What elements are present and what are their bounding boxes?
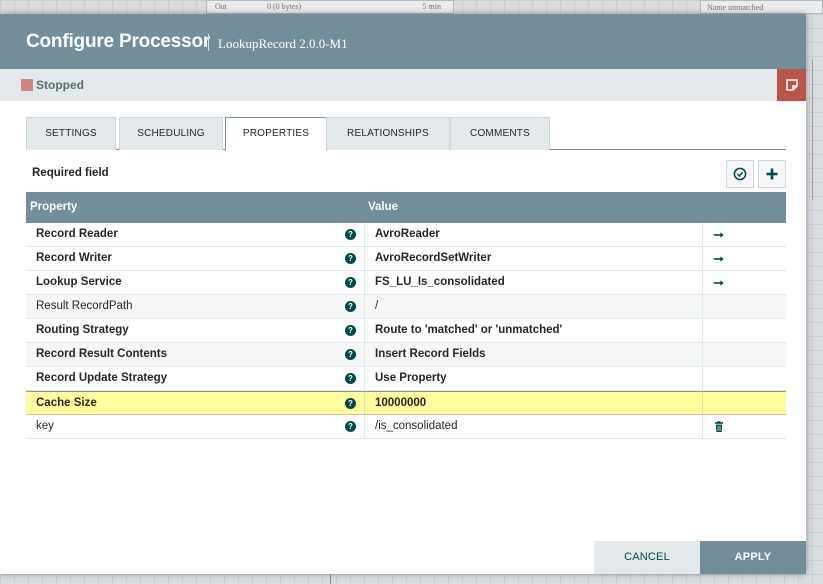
- help-icon[interactable]: ?: [345, 301, 356, 312]
- help-icon[interactable]: ?: [345, 349, 356, 360]
- property-name: Record Reader: [36, 228, 118, 240]
- out-bytes: 0 (0 bytes): [267, 2, 302, 11]
- property-value[interactable]: Route to 'matched' or 'unmatched': [375, 324, 562, 336]
- table-row[interactable]: Lookup Service ? FS_LU_Is_consolidated: [26, 271, 786, 295]
- column-divider: [702, 367, 703, 390]
- column-divider: [364, 271, 365, 294]
- title-divider: [208, 34, 209, 51]
- property-value[interactable]: AvroRecordSetWriter: [375, 252, 491, 264]
- help-icon[interactable]: ?: [345, 277, 356, 288]
- tab-settings[interactable]: SETTINGS: [26, 117, 116, 150]
- property-value[interactable]: Use Property: [375, 372, 447, 384]
- column-divider: [702, 343, 703, 366]
- tab-relationships[interactable]: RELATIONSHIPS: [326, 117, 450, 150]
- help-icon[interactable]: ?: [345, 229, 356, 240]
- add-property-button[interactable]: [758, 160, 786, 188]
- configure-processor-dialog: Configure Processor LookupRecord 2.0.0-M…: [0, 14, 806, 574]
- connection-line: [812, 60, 813, 200]
- stopped-icon: [21, 79, 33, 91]
- properties-table: Property Value Record Reader ? AvroReade…: [26, 192, 786, 439]
- column-divider: [702, 415, 703, 438]
- column-header-value: Value: [368, 201, 399, 213]
- check-circle-icon: [733, 167, 747, 181]
- table-row[interactable]: Result RecordPath ? /: [26, 295, 786, 319]
- column-divider: [364, 247, 365, 270]
- column-divider: [702, 271, 703, 294]
- column-divider: [364, 319, 365, 342]
- property-name: key: [36, 420, 54, 432]
- help-icon[interactable]: ?: [345, 373, 356, 384]
- column-divider: [364, 223, 365, 246]
- status-bar: Stopped: [0, 69, 806, 101]
- status-text: Stopped: [36, 78, 84, 92]
- table-row[interactable]: Routing Strategy ? Route to 'matched' or…: [26, 319, 786, 343]
- column-header-property: Property: [30, 201, 78, 213]
- goto-arrow-icon[interactable]: [712, 252, 726, 266]
- column-divider: [364, 295, 365, 318]
- property-value[interactable]: /: [375, 300, 378, 312]
- out-label: Out: [215, 2, 227, 11]
- table-row[interactable]: Record Writer ? AvroRecordSetWriter: [26, 247, 786, 271]
- column-divider: [702, 392, 703, 414]
- column-divider: [364, 343, 365, 366]
- background-processor-stats: Out 0 (0 bytes) 5 min: [206, 0, 454, 14]
- table-header: Property Value: [26, 192, 786, 223]
- table-row[interactable]: Record Update Strategy ? Use Property: [26, 367, 786, 391]
- stop-and-configure-button[interactable]: [777, 69, 806, 101]
- help-icon[interactable]: ?: [345, 398, 356, 409]
- property-value[interactable]: 10000000: [375, 397, 426, 409]
- column-divider: [364, 367, 365, 390]
- help-icon[interactable]: ?: [345, 325, 356, 336]
- dialog-header: Configure Processor LookupRecord 2.0.0-M…: [0, 14, 806, 69]
- table-row[interactable]: Record Reader ? AvroReader: [26, 223, 786, 247]
- property-name: Cache Size: [36, 397, 97, 409]
- cancel-button[interactable]: CANCEL: [594, 541, 700, 574]
- tab-comments[interactable]: COMMENTS: [450, 117, 550, 150]
- plus-icon: [766, 168, 778, 180]
- column-divider: [702, 295, 703, 318]
- property-name: Record Writer: [36, 252, 112, 264]
- property-value[interactable]: FS_LU_Is_consolidated: [375, 276, 505, 288]
- tab-properties[interactable]: PROPERTIES: [225, 117, 327, 151]
- help-icon[interactable]: ?: [345, 253, 356, 264]
- table-row[interactable]: Record Result Contents ? Insert Record F…: [26, 343, 786, 367]
- property-name: Lookup Service: [36, 276, 122, 288]
- column-divider: [702, 223, 703, 246]
- property-name: Record Result Contents: [36, 348, 167, 360]
- required-field-label: Required field: [32, 167, 109, 179]
- column-divider: [364, 415, 365, 438]
- help-icon[interactable]: ?: [345, 421, 356, 432]
- goto-arrow-icon[interactable]: [712, 228, 726, 242]
- dialog-title: Configure Processor: [26, 31, 211, 52]
- note-icon: [785, 79, 798, 91]
- column-divider: [702, 247, 703, 270]
- background-relationship-label: Name unmatched: [700, 0, 823, 14]
- verify-properties-button[interactable]: [726, 160, 754, 188]
- column-divider: [364, 392, 365, 414]
- table-row-selected[interactable]: Cache Size ? 10000000: [26, 391, 786, 415]
- property-value[interactable]: Insert Record Fields: [375, 348, 486, 360]
- property-name: Result RecordPath: [36, 300, 133, 312]
- property-value[interactable]: /is_consolidated: [375, 420, 457, 432]
- tab-scheduling[interactable]: SCHEDULING: [119, 117, 223, 150]
- tab-bar: SETTINGS SCHEDULING PROPERTIES RELATIONS…: [26, 117, 786, 151]
- property-name: Record Update Strategy: [36, 372, 168, 384]
- column-divider: [702, 319, 703, 342]
- table-row[interactable]: key ? /is_consolidated: [26, 415, 786, 439]
- processor-type: LookupRecord 2.0.0-M1: [218, 36, 348, 51]
- property-name: Routing Strategy: [36, 324, 129, 336]
- trash-icon[interactable]: [712, 420, 726, 434]
- goto-arrow-icon[interactable]: [712, 276, 726, 290]
- apply-button[interactable]: APPLY: [700, 541, 806, 574]
- property-value[interactable]: AvroReader: [375, 228, 440, 240]
- out-time: 5 min: [422, 2, 441, 11]
